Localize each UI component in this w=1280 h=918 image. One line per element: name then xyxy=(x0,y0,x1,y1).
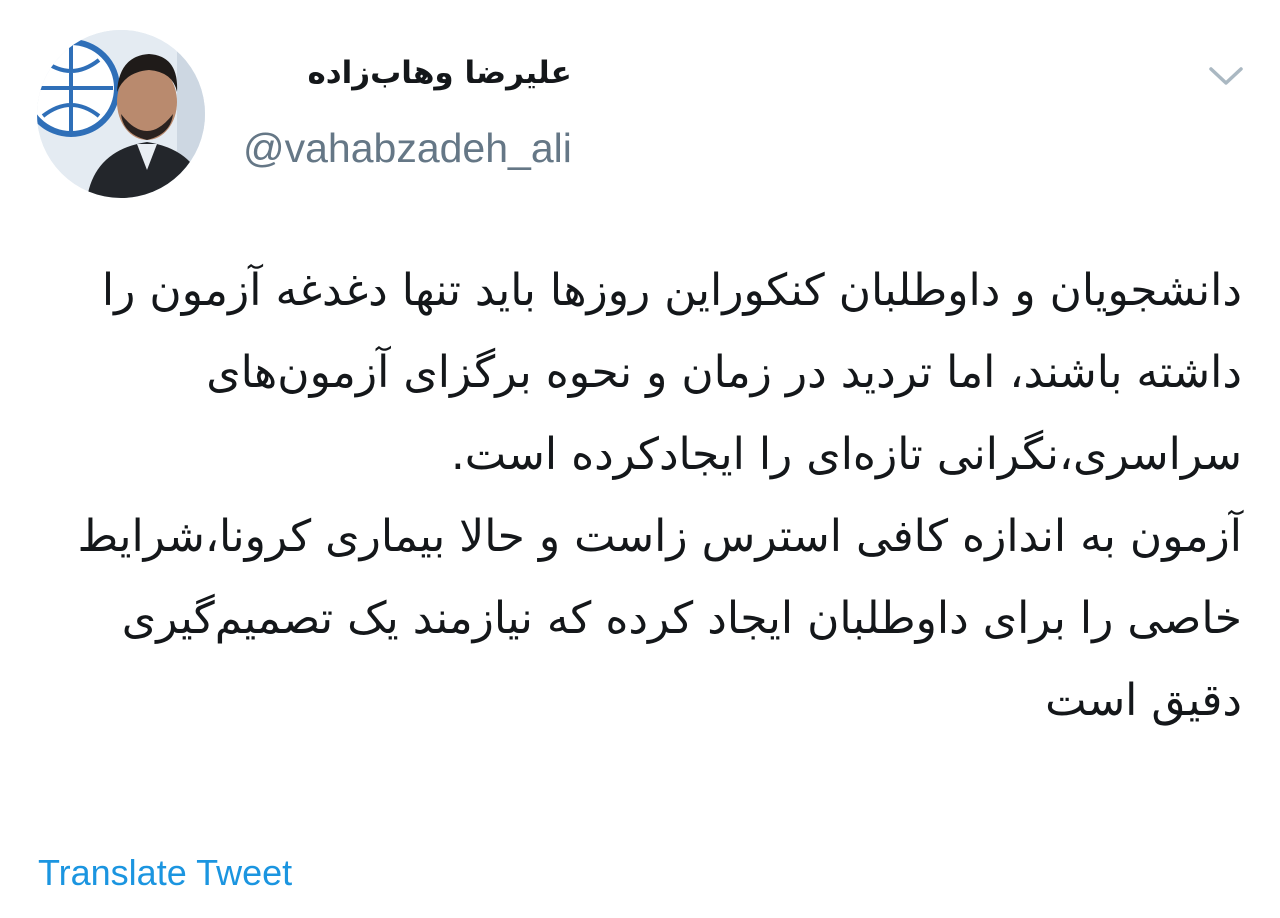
avatar[interactable] xyxy=(37,30,205,198)
tweet-paragraph: دانشجویان و داوطلبان کنکوراین روزها باید… xyxy=(101,265,1242,480)
tweet-text: دانشجویان و داوطلبان کنکوراین روزها باید… xyxy=(40,250,1242,742)
user-handle[interactable]: @vahabzadeh_ali xyxy=(243,124,572,172)
translate-tweet-link[interactable]: Translate Tweet xyxy=(38,850,292,896)
display-name[interactable]: علیرضا وهاب‌زاده xyxy=(243,48,571,98)
tweet-paragraph: آزمون به اندازه کافی استرس زاست و حالا ب… xyxy=(77,511,1242,726)
chevron-down-icon xyxy=(1209,67,1243,85)
avatar-photo xyxy=(37,30,205,198)
tweet-options-button[interactable] xyxy=(1205,58,1247,94)
tweet-header: علیرضا وهاب‌زاده @vahabzadeh_ali xyxy=(243,48,572,172)
